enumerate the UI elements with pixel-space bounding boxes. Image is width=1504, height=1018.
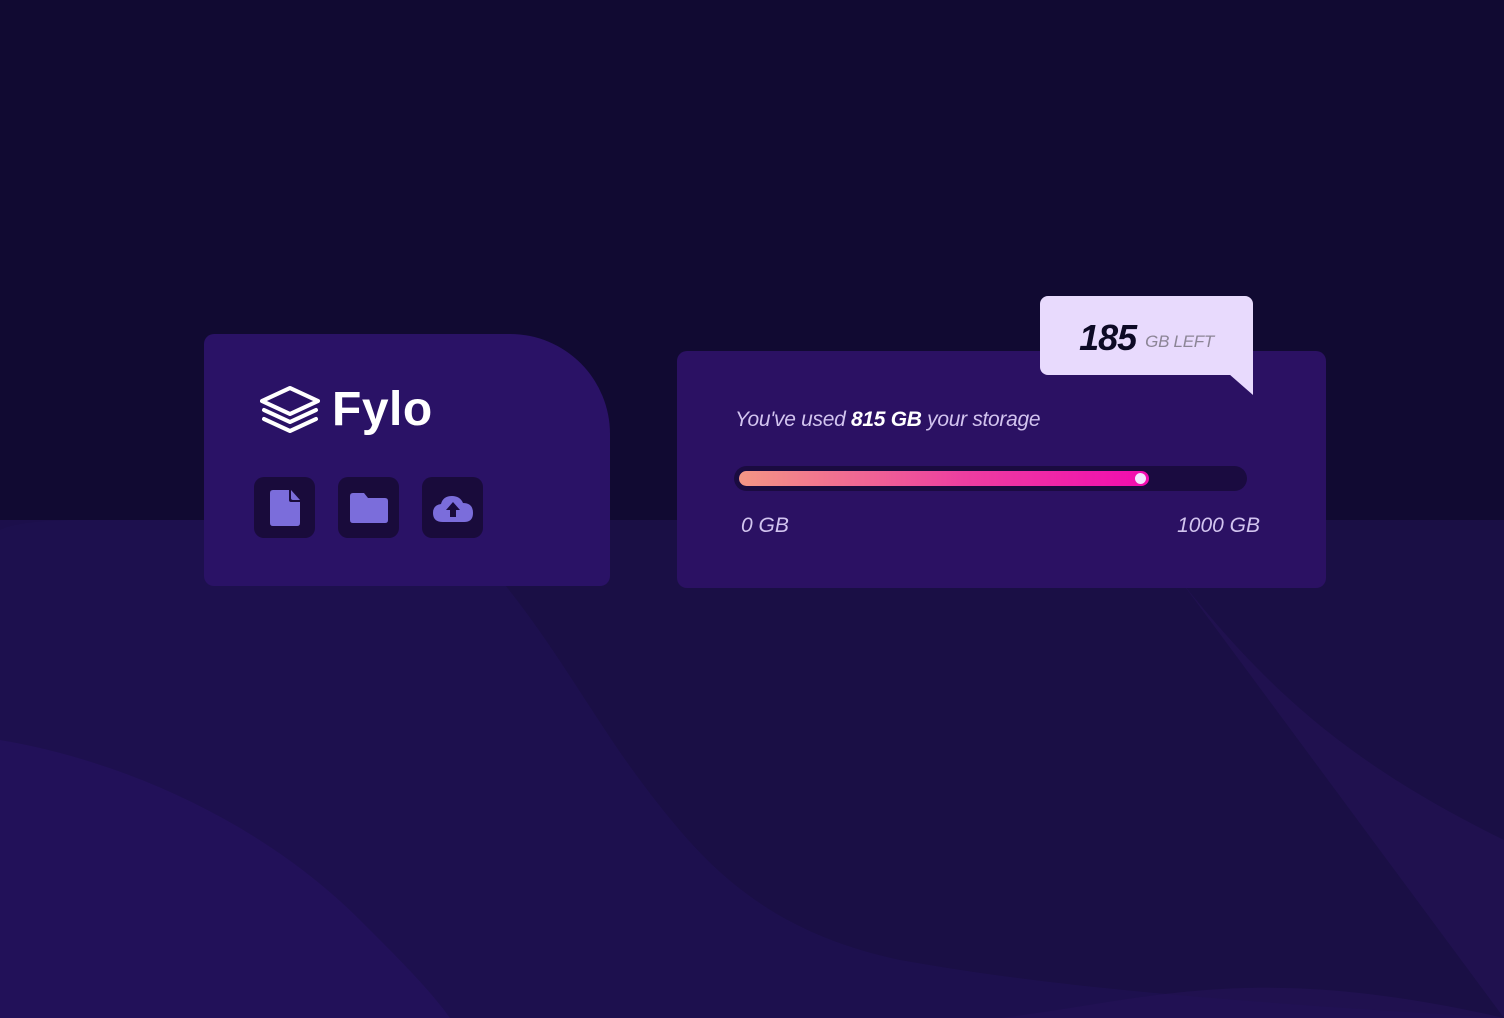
brand-name: Fylo xyxy=(332,383,433,436)
remaining-value: 185 xyxy=(1079,316,1137,358)
document-icon xyxy=(269,489,300,526)
layers-icon xyxy=(260,386,320,434)
logo-card: Fylo xyxy=(204,334,610,586)
usage-suffix: your storage xyxy=(921,408,1041,431)
remaining-bubble: 185 GB LEFT xyxy=(1040,296,1253,375)
document-button[interactable] xyxy=(254,477,315,538)
remaining-unit: GB LEFT xyxy=(1145,331,1214,351)
range-min-label: 0 GB xyxy=(741,514,789,537)
range-max-label: 1000 GB xyxy=(1177,514,1260,537)
cloud-upload-icon xyxy=(432,494,473,522)
brand: Fylo xyxy=(260,386,433,434)
upload-button[interactable] xyxy=(422,477,483,538)
storage-meter xyxy=(734,466,1247,491)
storage-meter-fill xyxy=(739,471,1149,486)
tool-row xyxy=(254,477,483,538)
used-amount: 815 GB xyxy=(851,408,922,431)
folder-button[interactable] xyxy=(338,477,399,538)
meter-knob xyxy=(1135,473,1146,484)
folder-icon xyxy=(349,492,388,523)
bubble-tail xyxy=(1229,374,1253,395)
usage-prefix: You've used xyxy=(735,408,852,431)
usage-text: You've used 815 GB your storage xyxy=(735,408,1041,432)
